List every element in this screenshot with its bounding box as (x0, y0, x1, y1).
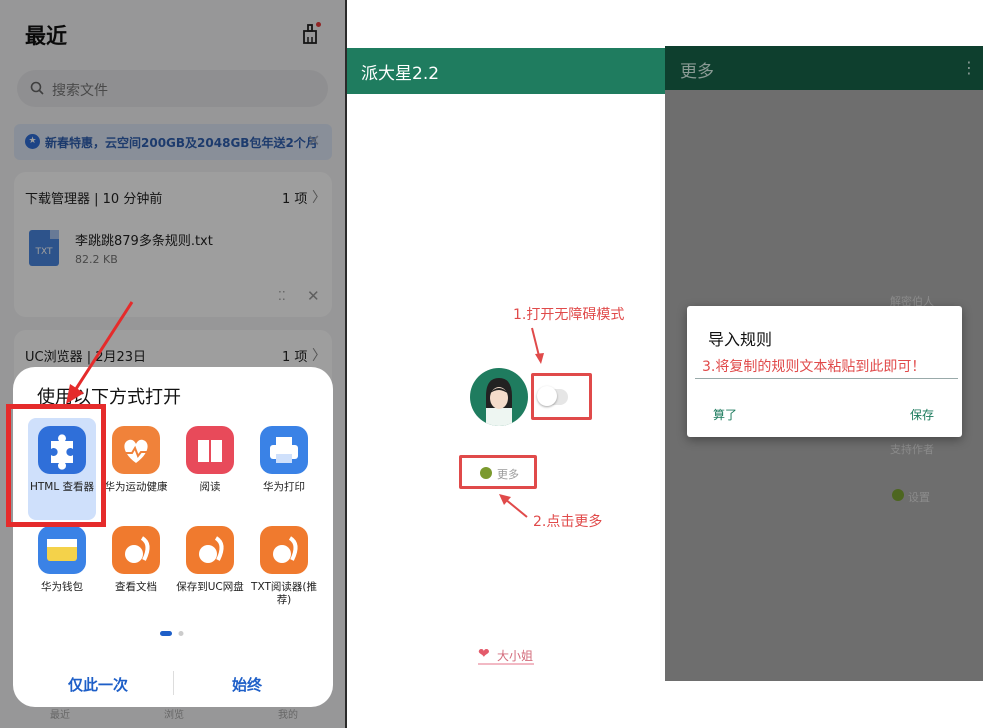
menu-item-faint[interactable]: 支持作者 (890, 441, 934, 457)
app-label: 华为打印 (263, 481, 305, 493)
dialog-title: 导入规则 (708, 330, 773, 349)
app-reader[interactable]: 阅读 (172, 426, 248, 494)
heart-icon (112, 426, 160, 474)
app-view-document[interactable]: 查看文档 (98, 526, 174, 594)
annotation-step2: 2.点击更多 (533, 514, 603, 530)
annotation-arrow (531, 327, 544, 364)
app-label: TXT阅读器(推荐) (251, 581, 317, 606)
file-manager-panel: 最近 搜索文件 ★ 新春特惠，云空间200GB及2048GB包年送2个月 ✕ 下… (0, 0, 347, 728)
annotation-arrow (66, 301, 134, 404)
app-huawei-health[interactable]: 华为运动健康 (98, 426, 174, 494)
page-title: 更多 (680, 62, 714, 82)
avatar[interactable] (470, 368, 528, 426)
printer-icon (260, 426, 308, 474)
nav-item-recent[interactable]: 最近 (50, 706, 70, 721)
rule-text-input[interactable] (695, 378, 958, 379)
app-huawei-wallet[interactable]: 华为钱包 (24, 526, 100, 594)
save-button[interactable]: 保存 (910, 406, 934, 423)
page-indicator (160, 631, 184, 636)
app-txt-reader[interactable]: TXT阅读器(推荐) (246, 526, 322, 607)
always-button[interactable]: 始终 (232, 674, 262, 695)
app-title: 派大星2.2 (361, 64, 440, 84)
footer-text[interactable]: 大小姐 (497, 647, 533, 664)
app-label: 阅读 (199, 481, 221, 493)
app-label: 华为运动健康 (104, 481, 168, 493)
nav-item-mine[interactable]: 我的 (278, 706, 298, 721)
ball-icon (892, 489, 904, 501)
heart-icon: ❤ (478, 646, 490, 662)
footer-underline (478, 663, 534, 665)
highlight-box (531, 373, 592, 420)
app-save-uc-disk[interactable]: 保存到UC网盘 (172, 526, 248, 594)
menu-item-faint[interactable]: 设置 (908, 489, 930, 505)
just-once-button[interactable]: 仅此一次 (68, 674, 128, 695)
highlight-box (459, 455, 537, 489)
app-label: 保存到UC网盘 (176, 581, 244, 593)
highlight-box (6, 404, 106, 527)
nav-item-browse[interactable]: 浏览 (164, 706, 184, 721)
squirrel-icon (112, 526, 160, 574)
cancel-button[interactable]: 算了 (713, 406, 737, 423)
app-label: 查看文档 (115, 581, 157, 593)
app-huawei-print[interactable]: 华为打印 (246, 426, 322, 494)
wallet-icon (38, 526, 86, 574)
annotation-step3: 3.将复制的规则文本粘贴到此即可！ (702, 359, 926, 375)
more-panel: 更多 ⋮ 解密伯人 支持作者 设置 导入规则 3.将复制的规则文本粘贴到此即可！… (665, 46, 983, 681)
squirrel-icon (186, 526, 234, 574)
divider (173, 671, 174, 695)
annotation-arrow (499, 494, 528, 518)
app-main-panel: 派大星2.2 1.打开无障碍模式 更多 2.点击更多 ❤ 大小姐 (347, 48, 665, 728)
kebab-icon[interactable]: ⋮ (961, 58, 977, 77)
app-label: 华为钱包 (41, 581, 83, 593)
book-icon (186, 426, 234, 474)
squirrel-icon (260, 526, 308, 574)
annotation-step1: 1.打开无障碍模式 (513, 307, 625, 323)
